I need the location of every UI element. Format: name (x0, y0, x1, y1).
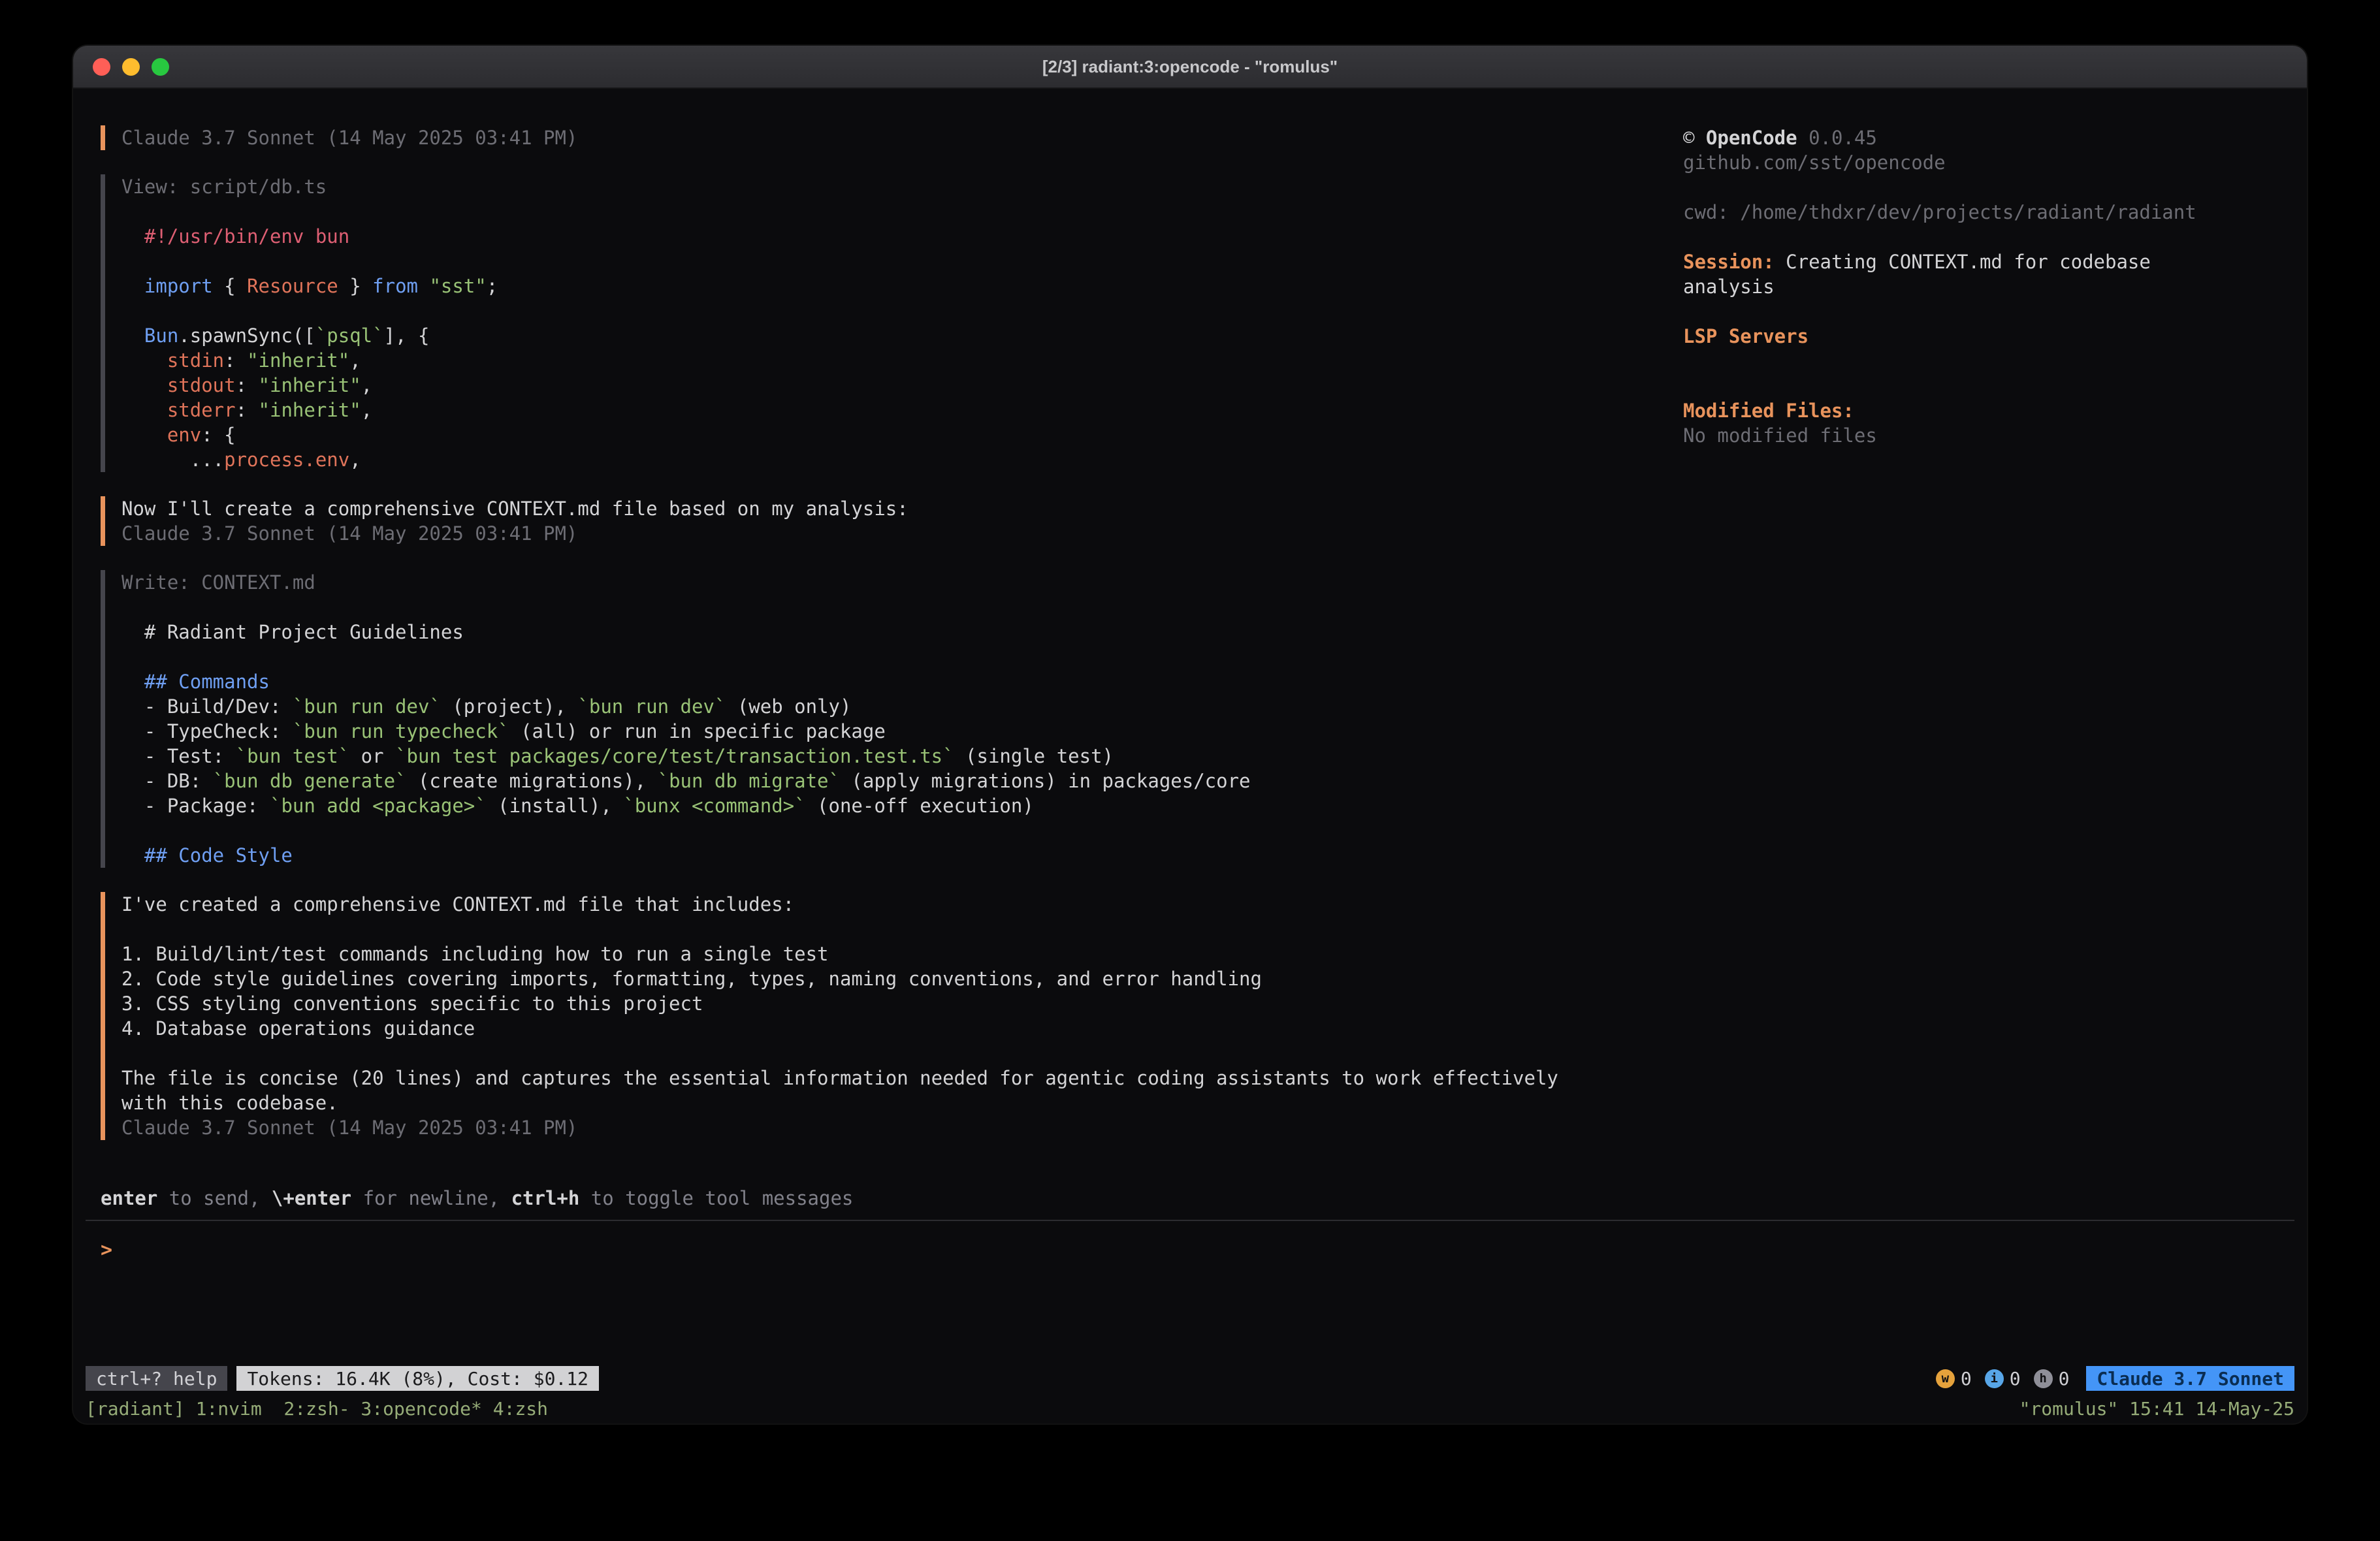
terminal-line: import { Resource } from "sst"; (121, 274, 1683, 298)
model-chip: Claude 3.7 Sonnet (2086, 1366, 2294, 1391)
zoom-button[interactable] (152, 58, 169, 76)
terminal-line: Write: CONTEXT.md (121, 570, 1683, 595)
warning-icon: w0 (1936, 1368, 1972, 1390)
terminal-line (121, 1041, 1683, 1066)
terminal-line: ## Code Style (121, 843, 1683, 868)
terminal-line: # Radiant Project Guidelines (121, 620, 1683, 644)
titlebar: [2/3] radiant:3:opencode - "romulus" (73, 46, 2307, 89)
tool-output-block: Write: CONTEXT.md # Radiant Project Guid… (101, 570, 1683, 868)
terminal-line: I've created a comprehensive CONTEXT.md … (121, 892, 1683, 917)
assistant-message-block: I've created a comprehensive CONTEXT.md … (101, 892, 1683, 1140)
session-sidebar: © OpenCode 0.0.45github.com/sst/opencode… (1683, 125, 2307, 1186)
terminal-line (1683, 175, 2281, 200)
terminal-line (121, 644, 1683, 669)
terminal-line (121, 199, 1683, 224)
help-shortcut-chip: ctrl+? help (86, 1366, 227, 1391)
assistant-message-block: Claude 3.7 Sonnet (14 May 2025 03:41 PM) (101, 125, 1683, 150)
terminal-line: with this codebase. (121, 1090, 1683, 1115)
terminal-line: Claude 3.7 Sonnet (14 May 2025 03:41 PM) (121, 1115, 1683, 1140)
tool-output-block: View: script/db.ts #!/usr/bin/env bun im… (101, 174, 1683, 472)
terminal-line (121, 917, 1683, 942)
terminal-line (121, 249, 1683, 274)
terminal-line: ...process.env, (121, 447, 1683, 472)
terminal-line: stderr: "inherit", (121, 398, 1683, 422)
terminal-line: View: script/db.ts (121, 174, 1683, 199)
tmux-status-bar: [radiant] 1:nvim 2:zsh- 3:opencode* 4:zs… (73, 1393, 2307, 1423)
terminal-line: Now I'll create a comprehensive CONTEXT.… (121, 496, 1683, 521)
terminal-line (1683, 299, 2281, 324)
terminal-line: 1. Build/lint/test commands including ho… (121, 942, 1683, 966)
status-bar: ctrl+? help Tokens: 16.4K (8%), Cost: $0… (73, 1363, 2307, 1393)
lsp-diagnostics: w0 i0 h0 (1936, 1368, 2070, 1390)
tokens-cost-chip: Tokens: 16.4K (8%), Cost: $0.12 (236, 1366, 599, 1391)
terminal-line: - Package: `bun add <package>` (install)… (121, 793, 1683, 818)
terminal-line: Bun.spawnSync([`psql`], { (121, 323, 1683, 348)
terminal-line: - TypeCheck: `bun run typecheck` (all) o… (121, 719, 1683, 744)
terminal-line: - Build/Dev: `bun run dev` (project), `b… (121, 694, 1683, 719)
terminal-line: stdout: "inherit", (121, 373, 1683, 398)
terminal-line: 4. Database operations guidance (121, 1016, 1683, 1041)
close-button[interactable] (93, 58, 110, 76)
terminal-line: #!/usr/bin/env bun (121, 224, 1683, 249)
terminal-line: ## Commands (121, 669, 1683, 694)
terminal-line: github.com/sst/opencode (1683, 150, 2281, 175)
terminal-line: LSP Servers (1683, 324, 2281, 349)
message-input[interactable]: > (86, 1220, 2294, 1363)
minimize-button[interactable] (122, 58, 140, 76)
terminal-body: Claude 3.7 Sonnet (14 May 2025 03:41 PM)… (73, 89, 2307, 1423)
terminal-line: 2. Code style guidelines covering import… (121, 966, 1683, 991)
terminal-line: enter to send, \+enter for newline, ctrl… (101, 1186, 2307, 1211)
terminal-line: The file is concise (20 lines) and captu… (121, 1066, 1683, 1090)
terminal-line (1683, 373, 2281, 398)
terminal-line (121, 818, 1683, 843)
terminal-window: [2/3] radiant:3:opencode - "romulus" Cla… (73, 46, 2307, 1423)
terminal-line: - DB: `bun db generate` (create migratio… (121, 769, 1683, 793)
terminal-line: cwd: /home/thdxr/dev/projects/radiant/ra… (1683, 200, 2281, 225)
terminal-line: analysis (1683, 274, 2281, 299)
terminal-line (1683, 349, 2281, 373)
assistant-message-block: Now I'll create a comprehensive CONTEXT.… (101, 496, 1683, 546)
terminal-line: Claude 3.7 Sonnet (14 May 2025 03:41 PM) (121, 521, 1683, 546)
hint-icon: h0 (2034, 1368, 2070, 1390)
terminal-line: 3. CSS styling conventions specific to t… (121, 991, 1683, 1016)
main-row: Claude 3.7 Sonnet (14 May 2025 03:41 PM)… (73, 89, 2307, 1186)
tmux-host-time: "romulus" 15:41 14-May-25 (2019, 1398, 2294, 1420)
prompt-symbol: > (101, 1238, 112, 1263)
terminal-line: Modified Files: (1683, 398, 2281, 423)
terminal-line: No modified files (1683, 423, 2281, 448)
info-icon: i0 (1985, 1368, 2021, 1390)
terminal-line: stdin: "inherit", (121, 348, 1683, 373)
tmux-session-windows: [radiant] 1:nvim 2:zsh- 3:opencode* 4:zs… (86, 1398, 548, 1420)
chat-history: Claude 3.7 Sonnet (14 May 2025 03:41 PM)… (101, 125, 1683, 1186)
terminal-line (1683, 225, 2281, 249)
terminal-line: © OpenCode 0.0.45 (1683, 125, 2281, 150)
terminal-line (121, 595, 1683, 620)
terminal-line (121, 298, 1683, 323)
terminal-line: env: { (121, 422, 1683, 447)
terminal-line: - Test: `bun test` or `bun test packages… (121, 744, 1683, 769)
keybinding-help: enter to send, \+enter for newline, ctrl… (101, 1186, 2307, 1211)
window-title: [2/3] radiant:3:opencode - "romulus" (73, 57, 2307, 77)
terminal-line: Session: Creating CONTEXT.md for codebas… (1683, 249, 2281, 274)
terminal-line: Claude 3.7 Sonnet (14 May 2025 03:41 PM) (121, 125, 1683, 150)
traffic-lights (93, 46, 169, 87)
